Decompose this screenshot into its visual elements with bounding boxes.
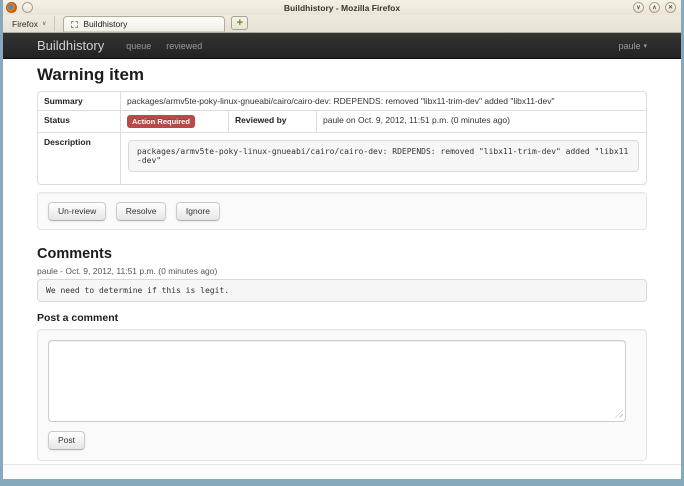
maximize-button[interactable]: ∧ [649, 2, 660, 13]
navbar-brand[interactable]: Buildhistory [37, 38, 104, 53]
table-row-description: Description packages/armv5te-poky-linux-… [38, 132, 646, 184]
user-menu[interactable]: paule ▾ [618, 41, 647, 51]
addon-bar [3, 464, 681, 479]
post-button[interactable]: Post [48, 431, 85, 450]
un-review-button[interactable]: Un-review [48, 202, 106, 221]
page-title: Warning item [37, 65, 647, 85]
caret-down-icon: ▾ [643, 42, 647, 50]
tab-favicon-icon [71, 21, 78, 28]
table-row-summary: Summary packages/armv5te-poky-linux-gnue… [38, 92, 646, 110]
summary-value: packages/armv5te-poky-linux-gnueabi/cair… [120, 92, 646, 110]
actions-well: Un-review Resolve Ignore [37, 192, 647, 230]
nav-link-queue[interactable]: queue [126, 41, 151, 51]
plus-icon: + [237, 18, 243, 29]
tab-title: Buildhistory [83, 19, 127, 29]
description-label: Description [38, 132, 120, 184]
comment-body: We need to determine if this is legit. [37, 279, 647, 302]
description-value: packages/armv5te-poky-linux-gnueabi/cair… [128, 140, 639, 172]
post-comment-heading: Post a comment [37, 312, 647, 324]
table-row-status: Status Action Required Reviewed by paule… [38, 110, 646, 132]
summary-label: Summary [38, 92, 120, 110]
firefox-window: Buildhistory - Mozilla Firefox ∨ ∧ ✕ Fir… [0, 0, 684, 486]
status-cell: Action Required [120, 110, 228, 132]
site-navbar: Buildhistory queue reviewed paule ▾ [3, 33, 681, 59]
resolve-button[interactable]: Resolve [116, 202, 167, 221]
window-title: Buildhistory - Mozilla Firefox [3, 3, 681, 13]
firefox-app-menu-button[interactable]: Firefox ∨ [8, 16, 55, 31]
comment-item: paule - Oct. 9, 2012, 11:51 p.m. (0 minu… [37, 266, 647, 302]
minimize-button[interactable]: ∨ [633, 2, 644, 13]
status-label: Status [38, 110, 120, 132]
comment-meta: paule - Oct. 9, 2012, 11:51 p.m. (0 minu… [37, 266, 647, 276]
chevron-down-icon: ∨ [42, 20, 46, 27]
description-cell: packages/armv5te-poky-linux-gnueabi/cair… [120, 132, 646, 184]
tab-bar: Firefox ∨ Buildhistory + [3, 15, 681, 33]
tab-buildhistory[interactable]: Buildhistory [63, 16, 225, 32]
detail-table: Summary packages/armv5te-poky-linux-gnue… [37, 91, 647, 185]
page-content: Warning item Summary packages/armv5te-po… [3, 59, 681, 464]
comment-input[interactable] [48, 340, 626, 422]
status-badge: Action Required [127, 115, 195, 128]
nav-link-reviewed[interactable]: reviewed [166, 41, 202, 51]
post-comment-well: Post [37, 329, 647, 461]
firefox-app-menu-label: Firefox [12, 19, 38, 29]
window-menu-button[interactable] [22, 2, 33, 13]
firefox-icon [6, 2, 17, 13]
new-tab-button[interactable]: + [231, 16, 248, 30]
window-controls: ∨ ∧ ✕ [633, 2, 681, 13]
reviewed-by-value: paule on Oct. 9, 2012, 11:51 p.m. (0 min… [316, 110, 646, 132]
close-button[interactable]: ✕ [665, 2, 676, 13]
comments-heading: Comments [37, 246, 647, 262]
window-titlebar: Buildhistory - Mozilla Firefox ∨ ∧ ✕ [3, 0, 681, 15]
user-menu-label: paule [618, 41, 640, 51]
reviewed-by-label: Reviewed by [228, 110, 316, 132]
ignore-button[interactable]: Ignore [176, 202, 220, 221]
